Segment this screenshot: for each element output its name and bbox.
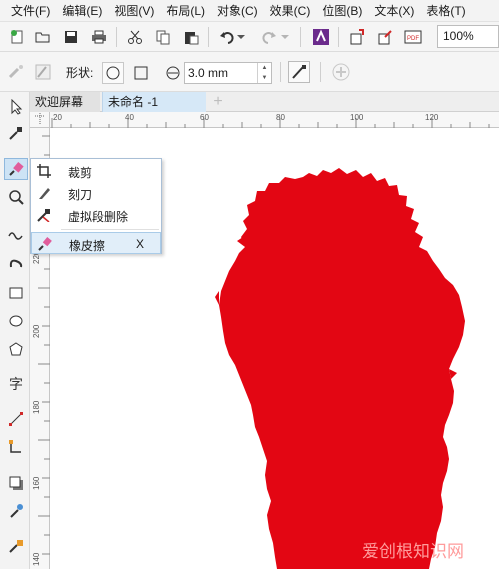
ellipse-tool-icon[interactable] [4, 310, 28, 332]
eraser-size-icon [162, 62, 184, 84]
toolbox: 字 [0, 92, 30, 569]
eyedropper-tool-icon[interactable] [4, 500, 28, 522]
export-icon[interactable] [374, 26, 396, 48]
ruler-tick-label: 140 [32, 552, 41, 566]
add-icon[interactable] [330, 61, 352, 83]
flyout-item-shortcut: X [136, 237, 145, 251]
menu-file[interactable]: 文件(F) [0, 0, 56, 22]
new-icon[interactable] [6, 26, 28, 48]
pdf-icon[interactable]: PDF [402, 26, 424, 48]
svg-text:PDF: PDF [407, 36, 419, 42]
menu-bitmaps[interactable]: 位图(B) [316, 0, 368, 22]
flyout-divider [61, 229, 159, 230]
menu-bar: 文件(F) 编辑(E) 视图(V) 布局(L) 对象(C) 效果(C) 位图(B… [0, 0, 499, 22]
flyout-item-virtual-segment-delete[interactable]: 虚拟段删除 [31, 204, 161, 226]
stepper-up-icon[interactable]: ▲ [258, 63, 271, 73]
flyout-item-eraser[interactable]: 橡皮擦 X [31, 232, 161, 254]
ruler-tick-label: 120 [425, 113, 439, 122]
add-tab-button[interactable]: + [210, 92, 226, 112]
reduce-nodes-icon[interactable] [288, 61, 310, 83]
menu-view[interactable]: 视图(V) [108, 0, 160, 22]
red-torn-shape[interactable] [219, 168, 465, 569]
redo-dropdown-icon[interactable] [280, 26, 290, 48]
zoom-level-input[interactable]: 100% [437, 25, 499, 48]
eraser-flyout-menu: 裁剪 刻刀 虚拟段删除 橡皮擦 X [30, 158, 162, 254]
eraser-icon [37, 236, 53, 252]
horizontal-ruler[interactable]: 20 40 60 80 100 120 [50, 112, 499, 128]
ruler-tick-label: 180 [32, 400, 41, 414]
flyout-item-crop[interactable]: 裁剪 [31, 160, 161, 182]
ruler-tick-label: 40 [125, 113, 134, 122]
pick-tool-icon[interactable] [4, 96, 28, 118]
tab-untitled-document[interactable]: 未命名 -1 [102, 92, 206, 112]
ruler-tick-label: 200 [32, 324, 41, 338]
undo-icon[interactable] [216, 26, 238, 48]
tab-welcome-screen[interactable]: 欢迎屏幕 [30, 92, 100, 112]
launcher-icon[interactable] [310, 26, 332, 48]
redo-icon[interactable] [258, 26, 280, 48]
shape-tool-icon[interactable] [4, 122, 28, 144]
knife-icon [36, 185, 52, 201]
zoom-tool-icon[interactable] [4, 186, 28, 208]
print-icon[interactable] [88, 26, 110, 48]
square-shape-button[interactable] [130, 62, 152, 84]
freehand-tool-icon[interactable] [4, 224, 28, 246]
erase-mode-icon[interactable] [32, 61, 54, 83]
flyout-item-label: 裁剪 [68, 166, 93, 180]
eraser-tool-icon[interactable] [4, 158, 28, 180]
stepper-down-icon[interactable]: ▼ [258, 73, 271, 83]
ruler-origin[interactable] [30, 112, 50, 128]
ruler-tick-label: 60 [200, 113, 209, 122]
import-icon[interactable] [346, 26, 368, 48]
virtual-segment-delete-icon [36, 207, 52, 223]
auto-reduce-icon[interactable] [6, 61, 28, 83]
standard-toolbar: PDF 100% [0, 22, 499, 52]
menu-layout[interactable]: 布局(L) [160, 0, 211, 22]
menu-table[interactable]: 表格(T) [420, 0, 471, 22]
connector-tool-icon[interactable] [4, 436, 28, 458]
save-icon[interactable] [60, 26, 82, 48]
rectangle-tool-icon[interactable] [4, 282, 28, 304]
interactive-fill-tool-icon[interactable] [4, 536, 28, 558]
document-tabs: 欢迎屏幕 未命名 -1 + [30, 92, 499, 112]
ruler-tick-label: 160 [32, 476, 41, 490]
ruler-tick-label: 80 [276, 113, 285, 122]
flyout-item-knife[interactable]: 刻刀 [31, 182, 161, 204]
cut-icon[interactable] [124, 26, 146, 48]
menu-text[interactable]: 文本(X) [368, 0, 420, 22]
text-tool-icon[interactable]: 字 [4, 372, 28, 394]
polygon-tool-icon[interactable] [4, 338, 28, 360]
flyout-item-label: 刻刀 [68, 188, 93, 202]
open-icon[interactable] [32, 26, 54, 48]
crop-icon [36, 163, 52, 179]
flyout-item-label: 橡皮擦 [69, 239, 106, 253]
menu-edit[interactable]: 编辑(E) [56, 0, 108, 22]
eraser-thickness-input[interactable]: 3.0 mm ▲ ▼ [184, 62, 272, 84]
dimension-tool-icon[interactable] [4, 408, 28, 430]
svg-text:字: 字 [9, 377, 23, 391]
flyout-item-label: 虚拟段删除 [68, 210, 129, 224]
menu-object[interactable]: 对象(C) [211, 0, 264, 22]
eraser-thickness-value: 3.0 mm [188, 66, 229, 80]
property-bar: 形状: 3.0 mm ▲ ▼ [0, 52, 499, 92]
ruler-tick-label: 100 [350, 113, 364, 122]
thickness-stepper[interactable]: ▲ ▼ [257, 63, 271, 83]
watermark-text: 爱创根知识网 [362, 542, 464, 561]
paste-icon[interactable] [180, 26, 202, 48]
menu-effects[interactable]: 效果(C) [264, 0, 317, 22]
circle-shape-button[interactable] [102, 62, 124, 84]
shape-label: 形状: [66, 66, 94, 80]
undo-dropdown-icon[interactable] [236, 26, 246, 48]
drop-shadow-tool-icon[interactable] [4, 472, 28, 494]
copy-icon[interactable] [152, 26, 174, 48]
ruler-tick-label: 20 [53, 113, 62, 122]
artistic-media-icon[interactable] [4, 252, 28, 274]
